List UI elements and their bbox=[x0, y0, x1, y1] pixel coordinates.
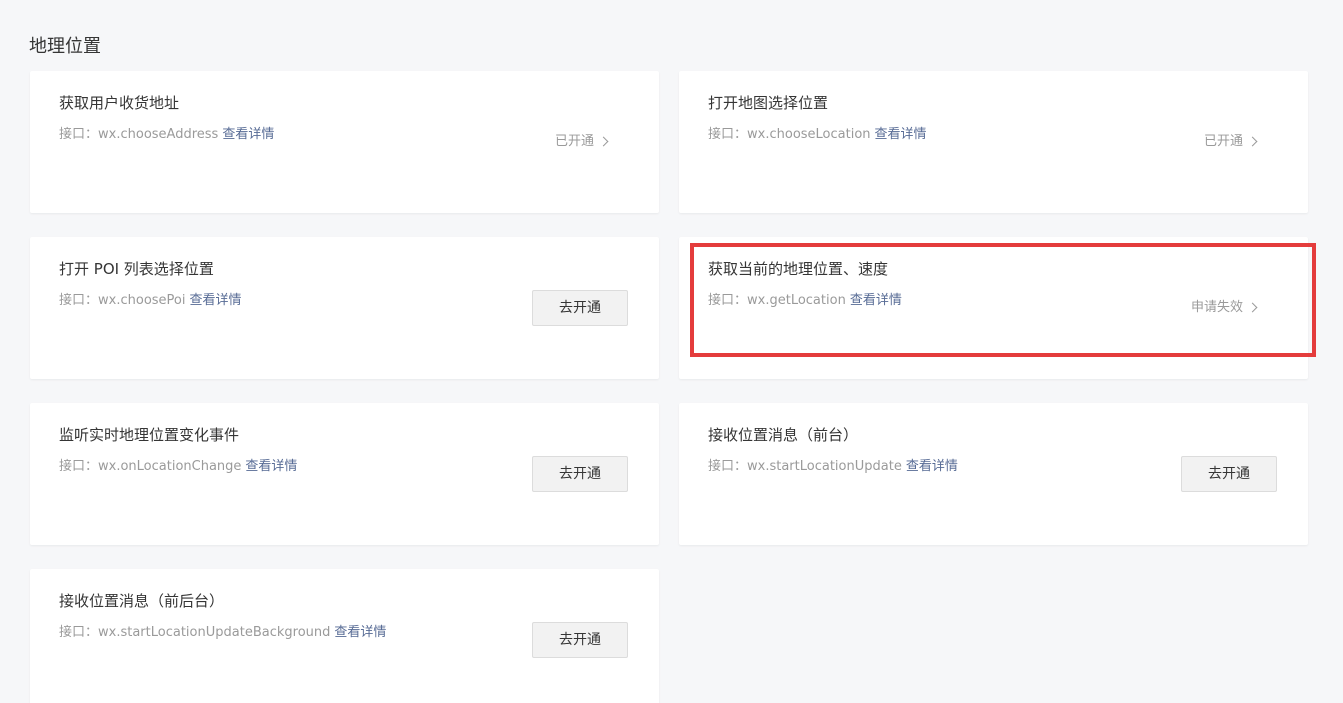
api-name: wx.chooseLocation bbox=[747, 127, 871, 142]
card-api: 接口：wx.onLocationChange 查看详情 bbox=[59, 458, 297, 476]
activate-button[interactable]: 去开通 bbox=[532, 622, 628, 658]
card-api: 接口：wx.getLocation 查看详情 bbox=[708, 292, 902, 310]
chevron-right-icon bbox=[1247, 302, 1258, 313]
api-name: wx.choosePoi bbox=[98, 293, 186, 308]
card-choose-location: 打开地图选择位置 接口：wx.chooseLocation 查看详情 已开通 bbox=[679, 71, 1308, 213]
card-title: 获取用户收货地址 bbox=[59, 94, 180, 112]
api-prefix: 接口： bbox=[708, 293, 748, 308]
card-title: 监听实时地理位置变化事件 bbox=[59, 426, 240, 444]
card-api: 接口：wx.chooseLocation 查看详情 bbox=[708, 126, 927, 144]
card-api: 接口：wx.startLocationUpdateBackground 查看详情 bbox=[59, 624, 386, 642]
card-api: 接口：wx.chooseAddress 查看详情 bbox=[59, 126, 274, 144]
api-name: wx.getLocation bbox=[747, 293, 846, 308]
card-get-location: 获取当前的地理位置、速度 接口：wx.getLocation 查看详情 申请失效 bbox=[679, 237, 1308, 379]
api-prefix: 接口： bbox=[59, 127, 99, 142]
card-title: 接收位置消息（前后台） bbox=[59, 592, 225, 610]
card-start-location-update: 接收位置消息（前台） 接口：wx.startLocationUpdate 查看详情… bbox=[679, 403, 1308, 545]
card-choose-poi: 打开 POI 列表选择位置 接口：wx.choosePoi 查看详情 去开通 bbox=[30, 237, 659, 379]
api-prefix: 接口： bbox=[708, 127, 748, 142]
card-title: 打开地图选择位置 bbox=[708, 94, 829, 112]
api-prefix: 接口： bbox=[708, 459, 748, 474]
status-link[interactable]: 已开通 bbox=[554, 133, 609, 151]
api-prefix: 接口： bbox=[59, 293, 99, 308]
status-link[interactable]: 申请失效 bbox=[1190, 299, 1258, 317]
activate-button[interactable]: 去开通 bbox=[532, 290, 628, 326]
card-start-location-update-background: 接收位置消息（前后台） 接口：wx.startLocationUpdateBac… bbox=[30, 569, 659, 703]
status-label: 申请失效 bbox=[1190, 300, 1243, 315]
view-details-link[interactable]: 查看详情 bbox=[906, 459, 958, 474]
card-api: 接口：wx.startLocationUpdate 查看详情 bbox=[708, 458, 958, 476]
activate-button[interactable]: 去开通 bbox=[1181, 456, 1277, 492]
section-title: 地理位置 bbox=[29, 36, 101, 57]
view-details-link[interactable]: 查看详情 bbox=[334, 625, 386, 640]
card-api: 接口：wx.choosePoi 查看详情 bbox=[59, 292, 242, 310]
card-on-location-change: 监听实时地理位置变化事件 接口：wx.onLocationChange 查看详情 … bbox=[30, 403, 659, 545]
view-details-link[interactable]: 查看详情 bbox=[189, 293, 241, 308]
status-link[interactable]: 已开通 bbox=[1203, 133, 1258, 151]
api-name: wx.onLocationChange bbox=[98, 459, 242, 474]
card-title: 获取当前的地理位置、速度 bbox=[708, 260, 889, 278]
card-title: 接收位置消息（前台） bbox=[708, 426, 859, 444]
api-name: wx.startLocationUpdate bbox=[747, 459, 902, 474]
api-prefix: 接口： bbox=[59, 459, 99, 474]
chevron-right-icon bbox=[598, 136, 609, 147]
activate-button[interactable]: 去开通 bbox=[532, 456, 628, 492]
status-label: 已开通 bbox=[1203, 134, 1243, 149]
status-label: 已开通 bbox=[554, 134, 594, 149]
view-details-link[interactable]: 查看详情 bbox=[245, 459, 297, 474]
card-choose-address: 获取用户收货地址 接口：wx.chooseAddress 查看详情 已开通 bbox=[30, 71, 659, 213]
api-prefix: 接口： bbox=[59, 625, 99, 640]
view-details-link[interactable]: 查看详情 bbox=[875, 127, 927, 142]
api-name: wx.chooseAddress bbox=[98, 127, 219, 142]
view-details-link[interactable]: 查看详情 bbox=[850, 293, 902, 308]
api-name: wx.startLocationUpdateBackground bbox=[98, 625, 331, 640]
chevron-right-icon bbox=[1247, 136, 1258, 147]
card-title: 打开 POI 列表选择位置 bbox=[59, 260, 214, 278]
page: 地理位置 获取用户收货地址 接口：wx.chooseAddress 查看详情 已开… bbox=[0, 0, 1343, 703]
view-details-link[interactable]: 查看详情 bbox=[222, 127, 274, 142]
